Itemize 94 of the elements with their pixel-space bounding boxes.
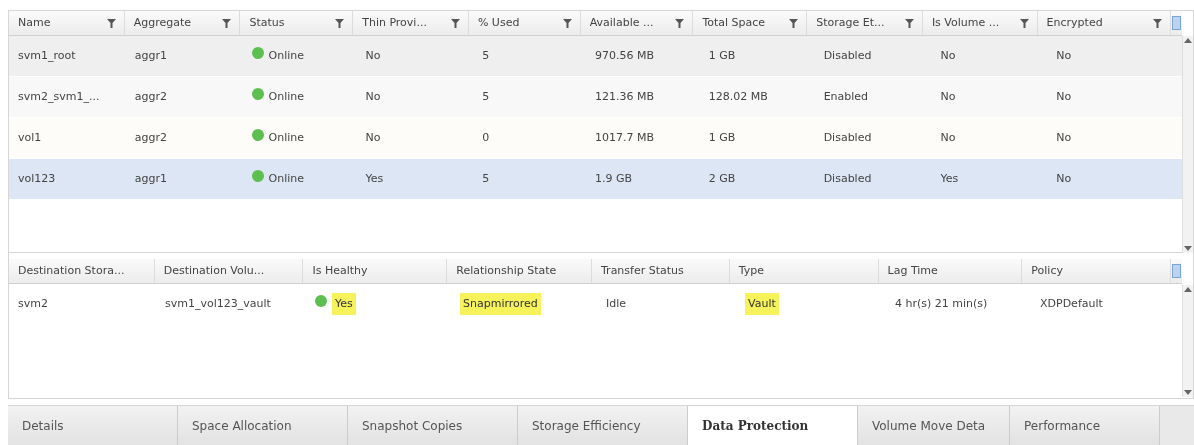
- table-cell-text: svm1_root: [18, 47, 76, 64]
- column-header[interactable]: Is Healthy: [312, 262, 368, 280]
- column-header[interactable]: Encrypted: [1046, 14, 1103, 32]
- column-header[interactable]: % Used: [477, 14, 520, 32]
- filter-icon[interactable]: [335, 18, 345, 28]
- table-cell-text: svm2_svm1_...: [18, 88, 100, 105]
- table-cell-text: Yes: [940, 170, 959, 187]
- table-cell-text: 0: [482, 129, 490, 146]
- filter-icon[interactable]: [106, 18, 116, 28]
- column-header[interactable]: Destination Stora...: [18, 262, 125, 280]
- column-header[interactable]: Aggregate: [133, 14, 192, 32]
- column-header[interactable]: Destination Volu...: [163, 262, 265, 280]
- filter-icon[interactable]: [675, 18, 685, 28]
- status-dot-icon: [315, 295, 327, 307]
- table-cell-text: No: [940, 129, 956, 146]
- table-cell: Yes: [335, 296, 353, 310]
- table-cell-text: Online: [268, 129, 305, 146]
- table-cell: svm2: [18, 296, 48, 310]
- tab[interactable]: Volume Move Deta: [858, 406, 1010, 445]
- table-cell-text: aggr2: [134, 88, 168, 105]
- table-cell-text: No: [365, 88, 381, 105]
- table-cell: 4 hr(s) 21 min(s): [895, 296, 988, 310]
- table-row[interactable]: svm2_svm1_... aggr2 Online No 5 121.36 MB 128.02 MB Enabled No No: [9, 77, 1182, 118]
- table-cell-text: No: [940, 88, 956, 105]
- tab[interactable]: Snapshot Copies: [348, 406, 518, 445]
- table-cell-text: 1 GB: [708, 129, 736, 146]
- column-header[interactable]: Policy: [1031, 262, 1063, 280]
- table-cell-text: No: [1056, 170, 1072, 187]
- column-header[interactable]: Status: [249, 14, 285, 32]
- table-cell: svm1_vol123_vault: [165, 296, 271, 310]
- tab[interactable]: Performance: [1010, 406, 1160, 445]
- filter-icon[interactable]: [1019, 18, 1029, 28]
- tab[interactable]: Storage Efficiency: [518, 406, 688, 445]
- scroll-bar[interactable]: [1182, 285, 1193, 397]
- table-cell-text: 1017.7 MB: [595, 129, 655, 146]
- table-cell-text: Disabled: [823, 129, 872, 146]
- filter-icon[interactable]: [450, 18, 460, 28]
- tab[interactable]: Details: [8, 406, 178, 445]
- filter-icon[interactable]: [789, 18, 799, 28]
- status-dot-icon: [251, 170, 264, 182]
- table-cell-text: 121.36 MB: [595, 88, 655, 105]
- column-header[interactable]: Relationship State: [456, 262, 557, 280]
- table-cell-text: No: [1056, 47, 1072, 64]
- table-cell: Vault: [748, 296, 776, 310]
- column-header[interactable]: Storage Et...: [816, 14, 885, 32]
- table-cell-text: Online: [268, 170, 305, 187]
- column-header[interactable]: Thin Provi...: [362, 14, 427, 32]
- column-header[interactable]: Transfer Status: [601, 262, 684, 280]
- table-cell-text: No: [1056, 88, 1072, 105]
- table-cell-text: 2 GB: [708, 170, 736, 187]
- table-cell-text: Disabled: [823, 170, 872, 187]
- table-cell-text: Online: [268, 88, 305, 105]
- column-header[interactable]: Total Space: [702, 14, 766, 32]
- table-cell: Snapmirrored: [463, 296, 538, 310]
- filter-icon[interactable]: [562, 18, 572, 28]
- table-cell: Idle: [606, 296, 627, 310]
- table-cell-text: 128.02 MB: [708, 88, 768, 105]
- table-cell-text: 5: [482, 88, 490, 105]
- table-cell-text: vol123: [18, 170, 56, 187]
- table-cell-text: No: [1056, 129, 1072, 146]
- table-cell-text: No: [940, 47, 956, 64]
- table-cell-text: No: [365, 47, 381, 64]
- column-header[interactable]: Type: [738, 262, 765, 280]
- table-cell-text: aggr1: [134, 47, 168, 64]
- filter-icon[interactable]: [904, 18, 914, 28]
- filter-icon[interactable]: [1153, 18, 1163, 28]
- table-cell-text: aggr2: [134, 129, 168, 146]
- status-dot-icon: [251, 129, 264, 141]
- status-dot-icon: [251, 88, 264, 100]
- column-header[interactable]: Is Volume ...: [931, 14, 1000, 32]
- table-cell-text: vol1: [18, 129, 42, 146]
- table-cell-text: Disabled: [823, 47, 872, 64]
- table-cell-text: 5: [482, 170, 490, 187]
- tab[interactable]: Space Allocation: [178, 406, 348, 445]
- column-header[interactable]: Name: [18, 14, 51, 32]
- table-cell-text: Online: [268, 47, 305, 64]
- table-cell-text: 1.9 GB: [595, 170, 633, 187]
- table-cell-text: Yes: [365, 170, 384, 187]
- status-dot-icon: [251, 47, 264, 59]
- scroll-bar[interactable]: [1182, 36, 1193, 253]
- table-cell-text: No: [365, 129, 381, 146]
- table-cell-text: 970.56 MB: [595, 47, 655, 64]
- column-header[interactable]: Available ...: [589, 14, 654, 32]
- tab[interactable]: Data Protection: [688, 406, 858, 445]
- table-cell: XDPDefault: [1040, 296, 1103, 310]
- table-cell-text: 5: [482, 47, 490, 64]
- table-row[interactable]: vol123 aggr1 Online Yes 5 1.9 GB 2 GB Disabled Yes No: [9, 159, 1182, 200]
- table-cell-text: Enabled: [823, 88, 869, 105]
- table-cell-text: 1 GB: [708, 47, 736, 64]
- table-row[interactable]: svm1_root aggr1 Online No 5 970.56 MB 1 GB Disabled No No: [9, 36, 1182, 77]
- table-row[interactable]: vol1 aggr2 Online No 0 1017.7 MB 1 GB Disabled No No: [9, 118, 1182, 159]
- table-cell-text: aggr1: [134, 170, 168, 187]
- filter-icon[interactable]: [222, 18, 232, 28]
- column-header[interactable]: Lag Time: [887, 262, 938, 280]
